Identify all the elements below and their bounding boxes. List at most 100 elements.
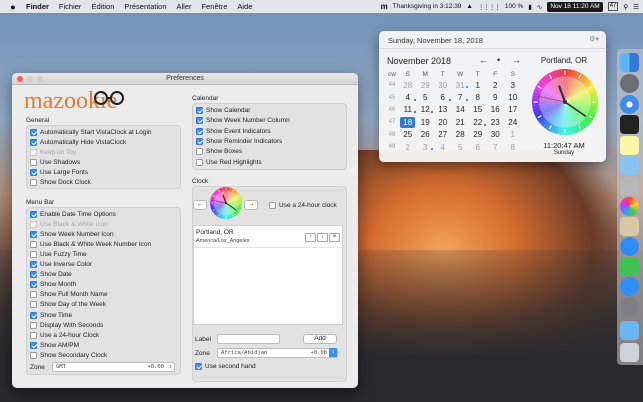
checkbox-row[interactable]: Use Shadows <box>30 158 80 167</box>
checkbox-box[interactable] <box>30 169 37 176</box>
day-cell[interactable]: 2 <box>487 79 505 91</box>
checkbox-box[interactable] <box>30 351 37 359</box>
day-cell[interactable]: 30 <box>487 129 505 141</box>
checkbox-row[interactable]: Show Date <box>30 270 72 279</box>
day-cell[interactable]: 5 <box>452 141 470 153</box>
checkbox-row[interactable]: Use Inverse Color <box>30 260 92 269</box>
list-icon[interactable]: ☰ <box>633 3 639 11</box>
checkbox-box[interactable] <box>30 271 37 279</box>
day-cell[interactable]: 20 <box>434 116 452 128</box>
battery-icon[interactable]: ▮ <box>528 3 532 11</box>
app-store-icon[interactable] <box>620 277 639 296</box>
search-icon[interactable]: ⚲ <box>623 3 628 11</box>
remove-clock-button[interactable]: × <box>329 233 340 242</box>
checkbox-row[interactable]: Use Black & White Week Number Icon <box>30 240 151 249</box>
menu-aller[interactable]: Aller <box>177 2 192 11</box>
launchpad-icon[interactable] <box>620 74 639 93</box>
checkbox-box[interactable] <box>269 202 276 209</box>
terminal-icon[interactable] <box>620 115 639 134</box>
photo-booth-icon[interactable] <box>620 217 639 236</box>
day-cell[interactable]: 1 <box>504 129 522 141</box>
day-cell[interactable]: 1 <box>469 79 487 91</box>
photos-icon[interactable] <box>620 177 639 196</box>
day-cell[interactable]: 30 <box>434 79 452 91</box>
checkbox-box[interactable] <box>30 139 37 146</box>
day-cell-today[interactable]: 18 <box>399 116 417 128</box>
day-cell[interactable]: 23 <box>487 116 505 128</box>
day-cell[interactable]: 14 <box>452 104 470 116</box>
checkbox-box[interactable] <box>30 211 37 218</box>
checkbox-row[interactable]: Show Boxes <box>196 147 242 156</box>
checkbox-box[interactable] <box>30 321 37 329</box>
downloads-folder-icon[interactable] <box>620 321 639 340</box>
day-cell[interactable]: 6 <box>469 141 487 153</box>
checkbox-box[interactable] <box>30 251 37 259</box>
checkbox-row[interactable]: Show AM/PM <box>30 341 79 350</box>
m-logo-icon[interactable]: m <box>381 2 388 11</box>
finder-icon[interactable] <box>620 53 639 72</box>
checkbox-box[interactable] <box>30 301 37 309</box>
day-cell[interactable]: 11 <box>399 104 417 116</box>
use-second-hand-checkbox[interactable]: Use second hand <box>195 362 256 371</box>
checkbox-row[interactable]: Show Reminder Indicators <box>196 137 282 146</box>
checkbox-row[interactable]: Show Calendar <box>196 106 250 115</box>
checkbox-box[interactable] <box>30 311 37 319</box>
safari-icon[interactable] <box>620 95 639 114</box>
day-cell[interactable]: 8 <box>504 141 522 153</box>
next-month-arrow-icon[interactable]: → <box>512 55 521 65</box>
add-clock-button[interactable]: Add <box>303 334 337 344</box>
day-cell[interactable]: 10 <box>504 91 522 103</box>
menu-fichier[interactable]: Fichier <box>59 2 82 11</box>
apple-icon[interactable]: ● <box>6 2 20 12</box>
checkbox-box[interactable] <box>30 179 37 186</box>
checkbox-box[interactable] <box>196 137 203 145</box>
day-cell[interactable]: 9 <box>487 91 505 103</box>
day-cell[interactable]: 25 <box>399 129 417 141</box>
checkbox-box[interactable] <box>196 107 203 114</box>
clock-zone-select[interactable]: Africa/Abidjan +0.00 ⇕ <box>217 348 338 358</box>
checkbox-box[interactable] <box>30 281 37 289</box>
next-clock-button[interactable]: → <box>244 200 258 210</box>
checkbox-row[interactable]: Show Time <box>30 311 72 320</box>
stepper-icon[interactable]: ⇕ <box>169 363 172 371</box>
checkbox-box[interactable] <box>30 341 37 349</box>
day-cell[interactable]: 4 <box>434 141 452 153</box>
checkbox-row[interactable]: Use a 24-hour Clock <box>30 331 99 340</box>
label-input[interactable] <box>217 334 280 344</box>
checkbox-row[interactable]: Show Event Indicators <box>196 127 271 136</box>
menu-aide[interactable]: Aide <box>237 2 252 11</box>
checkbox-row[interactable]: Enable Date Time Options <box>30 210 116 219</box>
move-up-button[interactable]: ↑ <box>305 233 316 242</box>
day-cell[interactable]: 29 <box>417 79 435 91</box>
checkbox-row[interactable]: Show Day of the Week <box>30 300 106 309</box>
checkbox-row[interactable]: Automatically Start VistaClock at Login <box>30 128 152 137</box>
menu-fenetre[interactable]: Fenêtre <box>202 2 228 11</box>
checkbox-row[interactable]: Show Week Number Icon <box>30 230 114 239</box>
battery-percent[interactable]: 100 % <box>505 3 523 10</box>
day-cell[interactable]: 4 <box>399 91 417 103</box>
checkbox-box[interactable] <box>30 129 37 136</box>
gear-icon[interactable]: ⚙▾ <box>589 35 599 43</box>
clock-list-item[interactable]: Portland, OR America/Los_Angeles ↑ ↓ × <box>194 226 342 248</box>
use-24h-clock-checkbox[interactable]: Use a 24-hour clock <box>269 201 337 210</box>
day-cell[interactable]: 7 <box>487 141 505 153</box>
checkbox-row[interactable]: Display With Seconds <box>30 321 103 330</box>
checkbox-row[interactable]: Automatically Hide VistaClock <box>30 138 126 147</box>
stepper-icon[interactable]: ⇕ <box>329 348 337 357</box>
checkbox-row[interactable]: Show Secondary Clock <box>30 351 107 360</box>
day-cell[interactable]: 8 <box>469 91 487 103</box>
day-cell[interactable]: 24 <box>504 116 522 128</box>
day-cell[interactable]: 13 <box>434 104 452 116</box>
checkbox-box[interactable] <box>196 117 203 125</box>
checkbox-box[interactable] <box>196 127 203 135</box>
move-down-button[interactable]: ↓ <box>317 233 328 242</box>
notes-icon[interactable] <box>620 136 639 155</box>
menu-edition[interactable]: Édition <box>91 2 114 11</box>
checkbox-box[interactable] <box>30 241 37 249</box>
day-cell[interactable]: 6 <box>434 91 452 103</box>
close-button[interactable] <box>17 76 23 82</box>
checkbox-box[interactable] <box>195 363 202 370</box>
checkbox-box[interactable] <box>30 231 37 239</box>
color-wheel-icon[interactable] <box>620 197 639 216</box>
day-cell[interactable]: 12 <box>417 104 435 116</box>
